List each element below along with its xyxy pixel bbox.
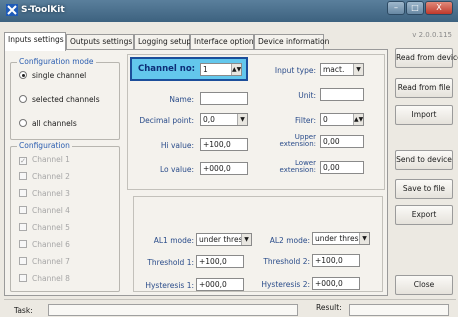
al1-mode-label: AL1 mode: — [153, 236, 194, 245]
tab-logging-setup[interactable]: Logging setup — [134, 34, 191, 50]
radio-all-channels[interactable]: all channels — [19, 119, 77, 128]
minimize-button[interactable]: – — [387, 1, 405, 15]
checkbox-channel-3[interactable]: Channel 3 — [19, 189, 70, 198]
channel-number-label: Channel no: — [138, 64, 196, 74]
configuration-group: Configuration ✓ Channel 1 Channel 2 Chann… — [10, 141, 120, 292]
hi-value-input[interactable]: +100,0 — [200, 138, 248, 151]
threshold-1-label: Threshold 1: — [147, 258, 194, 267]
save-to-file-button[interactable]: Save to file — [395, 179, 453, 199]
read-from-device-button[interactable]: Read from device — [395, 48, 458, 68]
radio-single-channel[interactable]: single channel — [19, 71, 86, 80]
window-title: S-ToolKit — [21, 5, 65, 15]
configuration-mode-title: Configuration mode — [17, 57, 96, 66]
close-window-button[interactable]: X — [425, 1, 453, 15]
result-label: Result: — [316, 303, 342, 312]
threshold-1-input[interactable]: +100,0 — [196, 255, 244, 268]
task-field — [48, 304, 298, 316]
input-type-select[interactable]: mact. ▼ — [320, 63, 364, 76]
checkbox-icon — [19, 172, 27, 180]
import-button[interactable]: Import — [395, 105, 453, 125]
channel-number-box: Channel no: 1 ▲▼ — [130, 57, 248, 81]
al1-mode-select[interactable]: under thresh. ▼ — [196, 233, 252, 246]
checkbox-channel-7[interactable]: Channel 7 — [19, 257, 70, 266]
filter-spinner[interactable]: 0 ▲▼ — [320, 113, 364, 126]
result-field — [349, 304, 449, 316]
checkbox-icon — [19, 257, 27, 265]
checkbox-channel-4[interactable]: Channel 4 — [19, 206, 70, 215]
hysteresis-1-label: Hysteresis 1: — [145, 281, 194, 290]
task-label: Task: — [14, 306, 33, 315]
tab-device-information[interactable]: Device information — [254, 34, 329, 50]
lower-extension-input[interactable]: 0,00 — [320, 161, 364, 174]
decimal-point-label: Decimal point: — [139, 116, 194, 125]
unit-input[interactable] — [320, 88, 364, 101]
checkbox-checked-icon: ✓ — [19, 157, 27, 165]
version-label: v 2.0.0.115 — [412, 31, 452, 39]
channel-number-spinner[interactable]: 1 ▲▼ — [200, 63, 242, 76]
radio-selected-channels[interactable]: selected channels — [19, 95, 100, 104]
threshold-2-label: Threshold 2: — [263, 257, 310, 266]
close-button[interactable]: Close — [395, 275, 453, 295]
filter-label: Filter: — [295, 116, 316, 125]
radio-empty-icon — [19, 95, 27, 103]
upper-extension-label: Upper extension: — [279, 133, 316, 148]
checkbox-icon — [19, 189, 27, 197]
hysteresis-1-input[interactable]: +000,0 — [196, 278, 244, 291]
chevron-down-icon[interactable]: ▼ — [241, 234, 251, 245]
unit-label: Unit: — [298, 91, 316, 100]
threshold-2-input[interactable]: +100,0 — [312, 254, 360, 267]
configuration-title: Configuration — [17, 141, 72, 150]
tab-outputs-settings[interactable]: Outputs settings — [66, 34, 134, 50]
name-label: Name: — [169, 95, 194, 104]
al2-mode-label: AL2 mode: — [269, 236, 310, 245]
upper-extension-input[interactable]: 0,00 — [320, 135, 364, 148]
decimal-point-select[interactable]: 0,0 ▼ — [200, 113, 248, 126]
chevron-down-icon[interactable]: ▼ — [237, 114, 247, 125]
app-logo-icon — [6, 4, 18, 16]
name-input[interactable] — [200, 92, 248, 105]
al2-mode-select[interactable]: under thresh. ▼ — [312, 232, 370, 245]
checkbox-icon — [19, 240, 27, 248]
input-type-label: Input type: — [274, 66, 316, 75]
checkbox-icon — [19, 274, 27, 282]
checkbox-icon — [19, 223, 27, 231]
title-bar: S-ToolKit – □ X — [0, 0, 458, 22]
app-window: S-ToolKit – □ X v 2.0.0.115 Inputs setti… — [0, 0, 458, 317]
checkbox-channel-2[interactable]: Channel 2 — [19, 172, 70, 181]
maximize-button[interactable]: □ — [406, 1, 424, 15]
lo-value-label: Lo value: — [159, 165, 194, 174]
lower-extension-label: Lower extension: — [279, 159, 316, 174]
checkbox-channel-6[interactable]: Channel 6 — [19, 240, 70, 249]
configuration-mode-group: Configuration mode single channel select… — [10, 57, 120, 140]
checkbox-channel-1[interactable]: ✓ Channel 1 — [19, 155, 70, 165]
checkbox-icon — [19, 206, 27, 214]
chevron-down-icon[interactable]: ▼ — [359, 233, 369, 244]
lo-value-input[interactable]: +000,0 — [200, 162, 248, 175]
status-bar: Task: Result: — [4, 299, 456, 317]
read-from-file-button[interactable]: Read from file — [395, 78, 453, 98]
hysteresis-2-input[interactable]: +000,0 — [312, 277, 360, 290]
export-button[interactable]: Export — [395, 205, 453, 225]
checkbox-channel-8[interactable]: Channel 8 — [19, 274, 70, 283]
checkbox-channel-5[interactable]: Channel 5 — [19, 223, 70, 232]
tab-interface-options[interactable]: Interface options — [190, 34, 258, 50]
radio-empty-icon — [19, 119, 27, 127]
tab-inputs-settings[interactable]: Inputs settings — [4, 32, 66, 51]
chevron-down-icon[interactable]: ▼ — [353, 64, 363, 75]
spinner-arrows-icon[interactable]: ▲▼ — [353, 114, 363, 125]
radio-selected-icon — [19, 71, 27, 79]
hysteresis-2-label: Hysteresis 2: — [261, 280, 310, 289]
hi-value-label: Hi value: — [160, 141, 194, 150]
send-to-device-button[interactable]: Send to device — [395, 150, 453, 170]
spinner-arrows-icon[interactable]: ▲▼ — [231, 64, 241, 75]
